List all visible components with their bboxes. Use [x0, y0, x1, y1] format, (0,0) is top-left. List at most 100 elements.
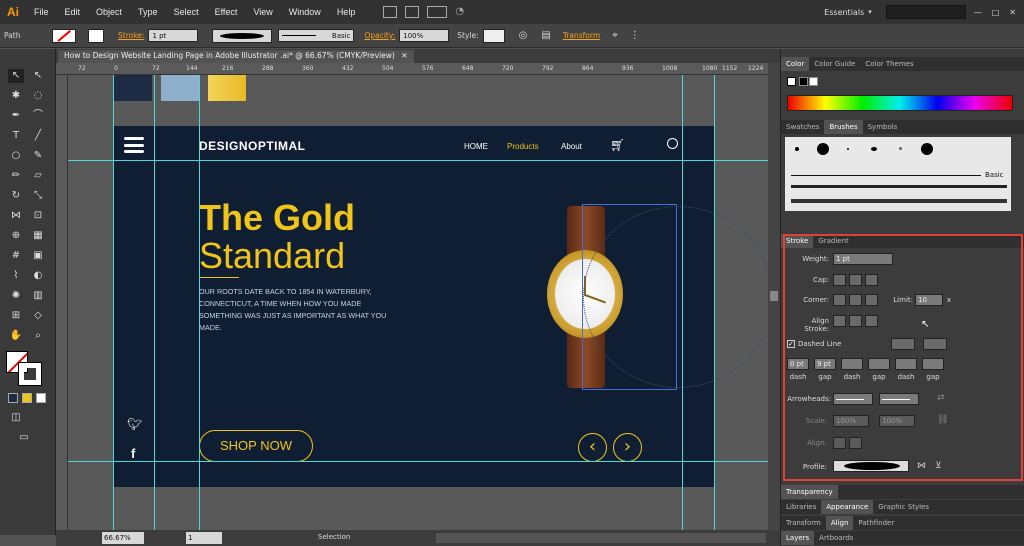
- brush-tapered[interactable]: [871, 147, 877, 151]
- maximize-icon[interactable]: □: [992, 8, 1000, 17]
- search-icon[interactable]: [667, 138, 678, 149]
- brush-library[interactable]: Basic: [785, 137, 1011, 211]
- close-icon[interactable]: ✕: [1009, 8, 1016, 17]
- flip-across-icon[interactable]: ⊻: [935, 461, 942, 471]
- arrange-documents-icon[interactable]: [427, 6, 448, 18]
- stock-icon[interactable]: [405, 6, 420, 18]
- gap-field-1[interactable]: 9 pt: [814, 358, 836, 370]
- panel-menu-icon[interactable]: ⋮: [630, 30, 640, 41]
- menu-help[interactable]: Help: [329, 7, 364, 17]
- search-stock-field[interactable]: [885, 5, 966, 19]
- swatch-blue[interactable]: [161, 75, 199, 101]
- brush-dot-tiny[interactable]: [847, 148, 849, 150]
- guide-horizontal[interactable]: [68, 461, 768, 462]
- align-inside-button[interactable]: [849, 315, 862, 327]
- stroke-weight-field[interactable]: 1 pt: [148, 29, 199, 42]
- symbol-sprayer-icon[interactable]: ✺: [8, 289, 24, 303]
- gpu-performance-icon[interactable]: ◔: [455, 6, 469, 18]
- stroke-swatch[interactable]: [88, 28, 104, 43]
- menu-file[interactable]: File: [26, 7, 57, 17]
- tab-libraries[interactable]: Libraries: [781, 500, 821, 514]
- magic-wand-icon[interactable]: ✱: [8, 89, 24, 103]
- blend-icon[interactable]: ◐: [30, 269, 46, 283]
- width-tool-icon[interactable]: ⋈: [8, 209, 24, 223]
- tab-pathfinder[interactable]: Pathfinder: [853, 516, 899, 530]
- draw-mode-icon[interactable]: ◫: [8, 411, 24, 425]
- brush-basic-stroke[interactable]: [791, 175, 981, 176]
- shop-now-button[interactable]: SHOP NOW: [199, 430, 313, 462]
- direct-selection-tool-icon[interactable]: ↖: [30, 69, 46, 83]
- zoom-tool-icon[interactable]: ⌕: [30, 329, 46, 343]
- miter-join-button[interactable]: [833, 294, 846, 306]
- menu-edit[interactable]: Edit: [57, 7, 89, 17]
- tab-appearance[interactable]: Appearance: [821, 500, 874, 514]
- prev-arrow-button[interactable]: ‹: [578, 433, 607, 462]
- opacity-label[interactable]: Opacity:: [364, 31, 395, 40]
- selection-tool-icon[interactable]: ↖: [8, 69, 24, 83]
- nav-products[interactable]: Products: [507, 142, 539, 151]
- end-arrowhead-select[interactable]: [879, 393, 919, 405]
- menu-object[interactable]: Object: [88, 7, 130, 17]
- color-none-icon[interactable]: [787, 77, 796, 86]
- brush-rough-stroke[interactable]: [791, 199, 1007, 203]
- line-tool-icon[interactable]: ╱: [30, 129, 46, 143]
- next-arrow-button[interactable]: ›: [613, 433, 642, 462]
- twitter-icon[interactable]: 🐦︎: [127, 417, 142, 431]
- cart-icon[interactable]: 🛒︎: [610, 138, 625, 152]
- weight-field[interactable]: 1 pt: [833, 253, 893, 265]
- align-icon[interactable]: ▤: [541, 30, 550, 41]
- guide-horizontal[interactable]: [68, 160, 768, 161]
- limit-field[interactable]: 10: [915, 294, 943, 306]
- tab-align[interactable]: Align: [825, 516, 854, 530]
- scroll-thumb[interactable]: [770, 291, 778, 301]
- scale-icon[interactable]: ⤡: [30, 189, 46, 203]
- menu-view[interactable]: View: [245, 7, 280, 17]
- brush-charcoal-stroke[interactable]: [791, 185, 1007, 188]
- artboard-tool-icon[interactable]: ⊞: [8, 309, 24, 323]
- bevel-join-button[interactable]: [865, 294, 878, 306]
- bridge-icon[interactable]: [383, 6, 398, 18]
- stroke-label[interactable]: Stroke:: [118, 31, 144, 40]
- zoom-field[interactable]: 66.67%: [102, 532, 144, 544]
- link-scale-icon[interactable]: ⛓: [937, 415, 948, 425]
- color-spectrum[interactable]: [787, 95, 1013, 111]
- screen-mode-icon[interactable]: ▭: [16, 431, 32, 445]
- current-tool-status[interactable]: Selection: [318, 533, 350, 541]
- menu-window[interactable]: Window: [281, 7, 329, 17]
- artboard-landing-page[interactable]: DESIGNOPTIMAL HOME Products About 🛒︎ The…: [113, 126, 768, 487]
- tab-artboards[interactable]: Artboards: [814, 531, 858, 545]
- tab-transform[interactable]: Transform: [781, 516, 826, 530]
- shape-builder-icon[interactable]: ⊕: [8, 229, 24, 243]
- swatch-navy[interactable]: [114, 75, 152, 101]
- start-arrowhead-select[interactable]: [833, 393, 873, 405]
- tab-graphic-styles[interactable]: Graphic Styles: [873, 500, 934, 514]
- paintbrush-icon[interactable]: ✎: [30, 149, 46, 163]
- artboard-navigation-field[interactable]: 1: [186, 532, 222, 544]
- brush-soft[interactable]: [899, 147, 902, 150]
- gap-field-3[interactable]: [922, 358, 944, 370]
- canvas[interactable]: DESIGNOPTIMAL HOME Products About 🛒︎ The…: [68, 75, 768, 530]
- tab-layers[interactable]: Layers: [781, 531, 815, 545]
- ellipse-tool-icon[interactable]: ○: [8, 149, 24, 163]
- color-mode-none[interactable]: [36, 393, 46, 403]
- lasso-icon[interactable]: ◌: [30, 89, 46, 103]
- variable-width-profile[interactable]: [212, 28, 273, 43]
- menu-select[interactable]: Select: [166, 7, 207, 17]
- eraser-icon[interactable]: ▱: [30, 169, 46, 183]
- dash-field-1[interactable]: 0 pt: [787, 358, 809, 370]
- gradient-icon[interactable]: ▣: [30, 249, 46, 263]
- swatch-gold[interactable]: [208, 75, 246, 101]
- align-center-button[interactable]: [833, 315, 846, 327]
- menu-type[interactable]: Type: [130, 7, 166, 17]
- eyedropper-icon[interactable]: ⌇: [8, 269, 24, 283]
- tab-symbols[interactable]: Symbols: [863, 120, 903, 134]
- stroke-indicator[interactable]: [18, 362, 42, 386]
- align-dashes-button[interactable]: [923, 338, 947, 350]
- brush-definition[interactable]: Basic: [278, 29, 355, 42]
- curvature-icon[interactable]: ⌒: [30, 109, 46, 123]
- color-black-swatch[interactable]: [799, 77, 808, 86]
- pen-tool-icon[interactable]: ✒: [8, 109, 24, 123]
- round-join-button[interactable]: [849, 294, 862, 306]
- hand-tool-icon[interactable]: ✋: [8, 329, 24, 343]
- butt-cap-button[interactable]: [833, 274, 846, 286]
